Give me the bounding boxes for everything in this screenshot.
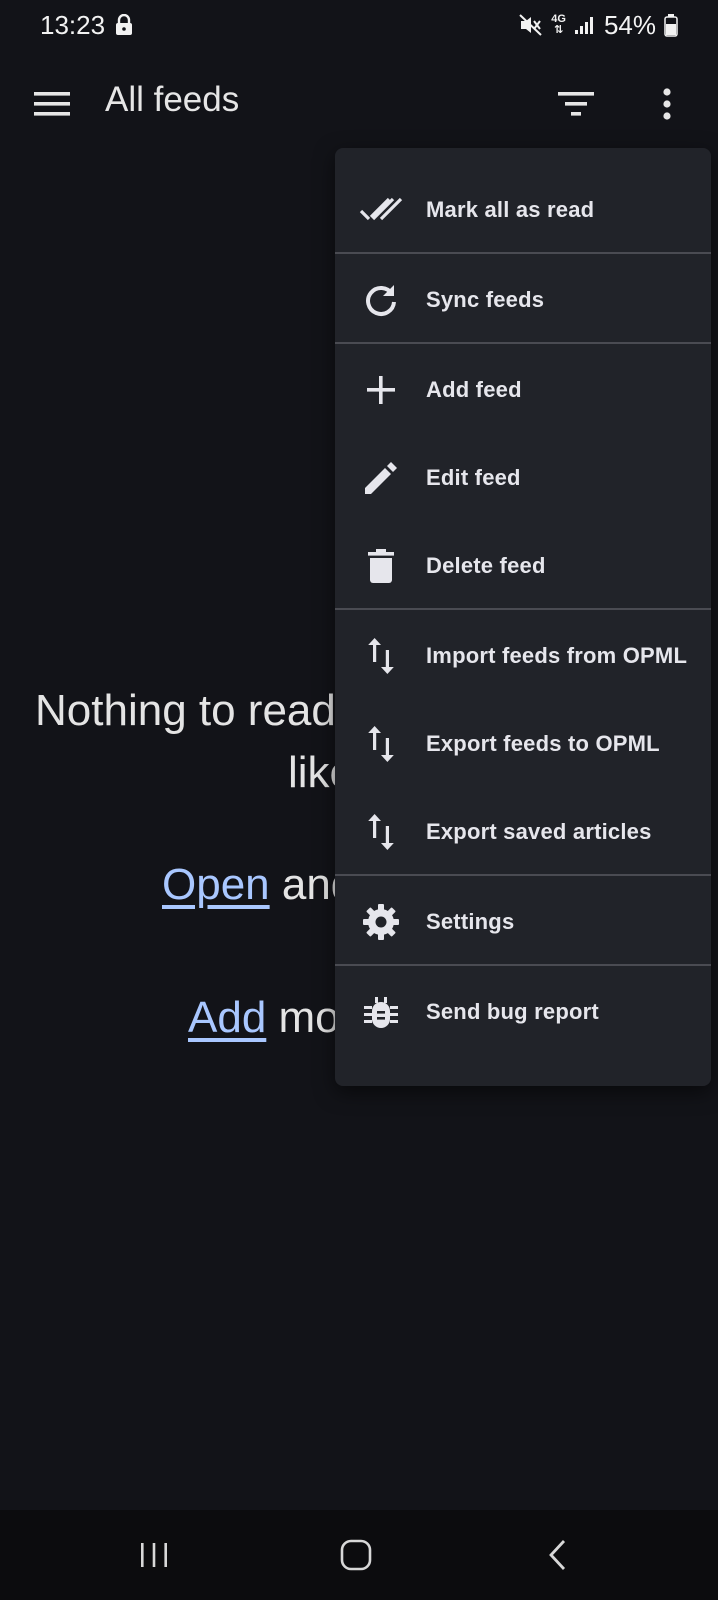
menu-item-settings[interactable]: Settings	[335, 878, 711, 966]
menu-divider	[335, 874, 711, 876]
home-icon	[340, 1539, 372, 1571]
signal-icon	[574, 15, 596, 35]
menu-label: Edit feed	[426, 465, 521, 490]
lock-icon	[115, 14, 133, 36]
menu-label: Delete feed	[426, 553, 546, 578]
system-navigation-bar	[0, 1510, 718, 1600]
menu-label: Mark all as read	[426, 197, 595, 222]
menu-label: Settings	[426, 909, 515, 934]
data-arrows-icon: ⇅	[554, 24, 564, 36]
more-options-button[interactable]	[645, 82, 689, 126]
import-export-icon	[357, 808, 405, 856]
app-bar: All feeds	[0, 60, 718, 146]
mute-icon	[519, 14, 543, 36]
done-all-icon	[357, 186, 405, 234]
menu-divider	[335, 964, 711, 966]
delete-icon	[357, 542, 405, 590]
add-action-text: mo	[266, 993, 340, 1042]
menu-item-import-opml[interactable]: Import feeds from OPML	[335, 612, 711, 700]
menu-divider	[335, 342, 711, 344]
menu-item-export-saved[interactable]: Export saved articles	[335, 788, 711, 876]
open-link[interactable]: Open	[162, 860, 270, 909]
status-left: 13:23	[40, 10, 133, 41]
edit-icon	[357, 454, 405, 502]
overflow-menu: Mark all as read Sync feeds Add feed Edi…	[335, 148, 711, 1086]
filter-icon	[558, 92, 594, 116]
bug-icon	[357, 988, 405, 1036]
status-bar: 13:23 4G ⇅ 54%	[0, 0, 718, 50]
recent-apps-button[interactable]	[124, 1532, 184, 1578]
back-icon	[549, 1540, 566, 1570]
import-export-icon	[357, 632, 405, 680]
menu-item-edit-feed[interactable]: Edit feed	[335, 434, 711, 522]
menu-label: Sync feeds	[426, 287, 545, 312]
recents-icon	[141, 1543, 167, 1567]
menu-label: Export feeds to OPML	[426, 731, 660, 756]
menu-item-delete-feed[interactable]: Delete feed	[335, 522, 711, 610]
gear-icon	[357, 898, 405, 946]
status-right: 4G ⇅ 54%	[519, 10, 678, 41]
back-button[interactable]	[528, 1532, 588, 1578]
status-time: 13:23	[40, 9, 106, 40]
menu-item-sync-feeds[interactable]: Sync feeds	[335, 256, 711, 344]
menu-divider	[335, 608, 711, 610]
menu-label: Import feeds from OPML	[426, 643, 688, 668]
add-icon	[357, 366, 405, 414]
battery-icon	[664, 13, 678, 37]
home-button[interactable]	[326, 1532, 386, 1578]
more-vert-icon	[663, 88, 671, 120]
menu-label: Add feed	[426, 377, 522, 402]
menu-divider	[335, 252, 711, 254]
filter-button[interactable]	[554, 82, 598, 126]
menu-label: Export saved articles	[426, 819, 652, 844]
add-link[interactable]: Add	[188, 993, 266, 1042]
menu-label: Send bug report	[426, 999, 599, 1024]
menu-item-export-opml[interactable]: Export feeds to OPML	[335, 700, 711, 788]
page-title: All feeds	[105, 80, 240, 119]
hamburger-icon	[34, 92, 70, 116]
navigation-drawer-button[interactable]	[30, 82, 74, 126]
sync-icon	[357, 276, 405, 324]
battery-percent: 54%	[603, 9, 656, 40]
menu-item-mark-all-read[interactable]: Mark all as read	[335, 166, 711, 254]
menu-item-add-feed[interactable]: Add feed	[335, 346, 711, 434]
import-export-icon	[357, 720, 405, 768]
network-type: 4G ⇅	[551, 14, 566, 36]
menu-item-send-bug-report[interactable]: Send bug report	[335, 968, 711, 1056]
